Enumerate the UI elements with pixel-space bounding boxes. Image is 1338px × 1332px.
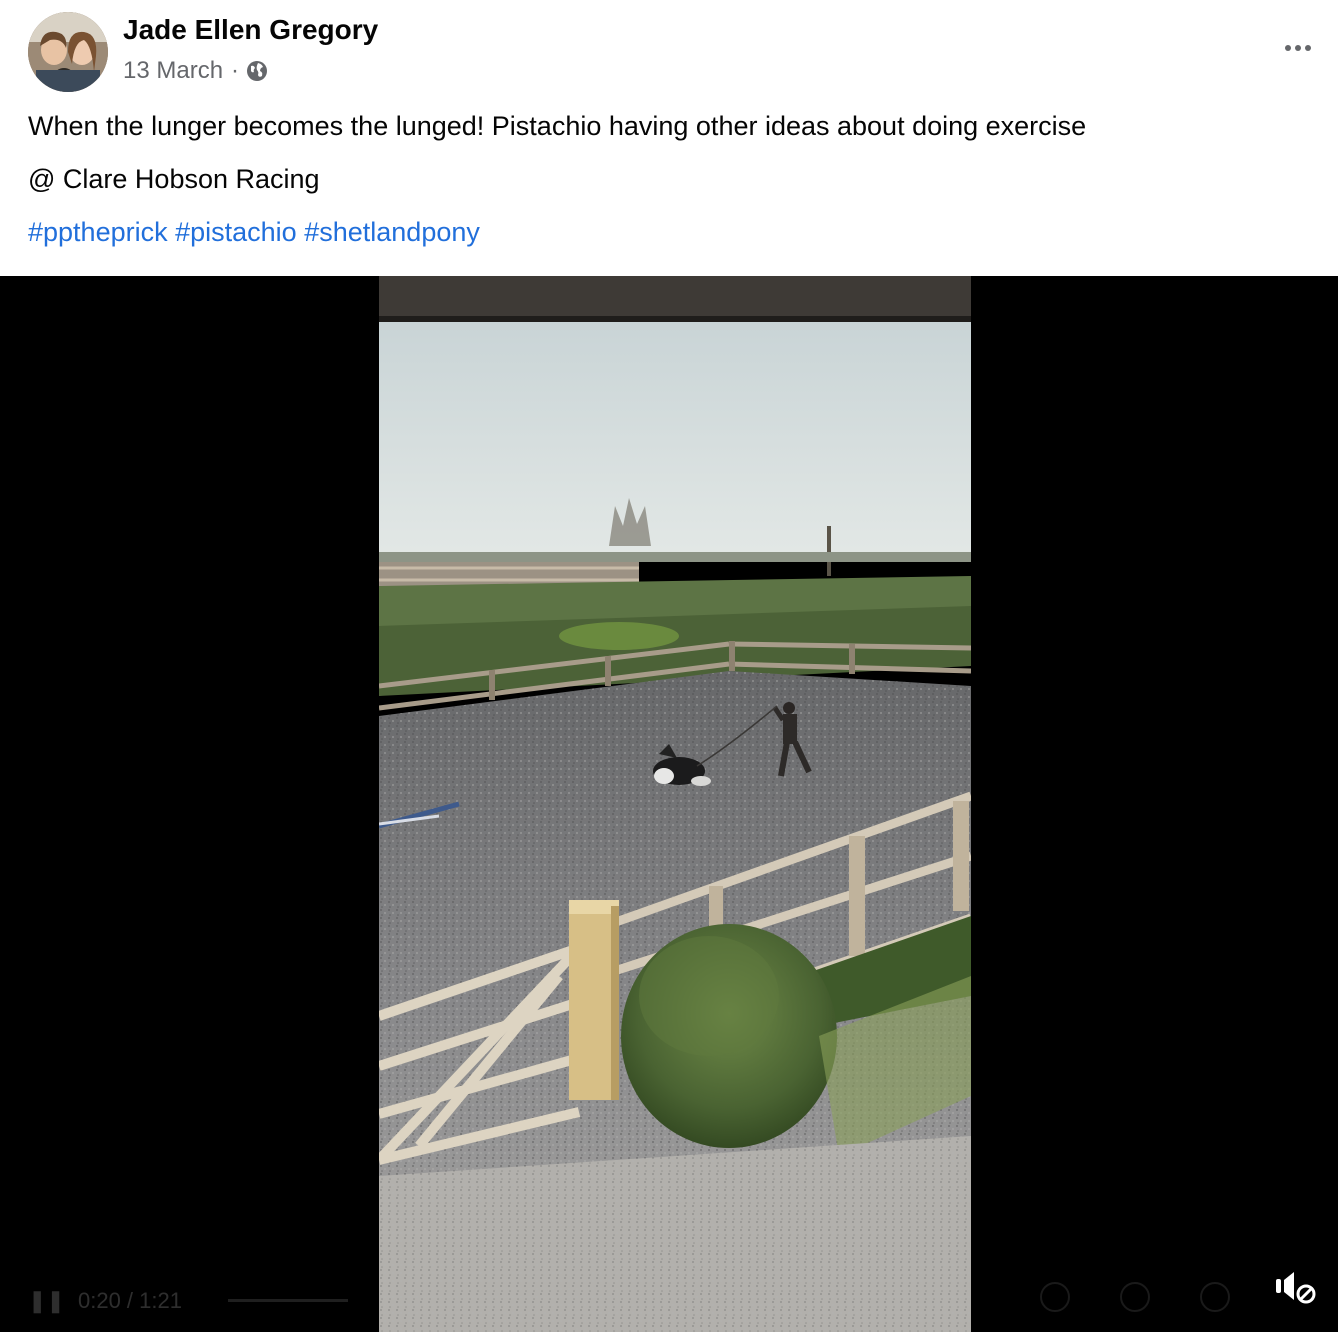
mute-button[interactable] [1274, 1264, 1318, 1308]
facebook-post: Jade Ellen Gregory 13 March · When the l… [0, 0, 1338, 1332]
author-name[interactable]: Jade Ellen Gregory [123, 14, 378, 46]
post-meta: 13 March · [123, 57, 269, 85]
meta-separator: · [231, 57, 240, 84]
video-progress-bar[interactable] [228, 1299, 348, 1302]
post-date[interactable]: 13 March [123, 57, 223, 85]
video-time: 0:20 / 1:21 [78, 1288, 182, 1313]
fullscreen-icon[interactable] [1120, 1282, 1150, 1312]
pip-icon[interactable] [1200, 1282, 1230, 1312]
more-options-button[interactable] [1280, 34, 1316, 62]
hashtag-link[interactable]: #shetlandpony [304, 217, 480, 247]
avatar-photo [28, 12, 108, 92]
hashtag-link[interactable]: #pptheprick [28, 217, 168, 247]
settings-icon[interactable] [1040, 1282, 1070, 1312]
author-avatar[interactable] [28, 12, 108, 92]
post-hashtags: #pptheprick #pistachio #shetlandpony [28, 217, 480, 248]
post-header: Jade Ellen Gregory 13 March · [0, 0, 1338, 100]
hashtag-link[interactable]: #pistachio [175, 217, 297, 247]
pause-icon[interactable]: ❚❚ [28, 1288, 65, 1314]
post-mention[interactable]: @ Clare Hobson Racing [28, 164, 320, 195]
video-player[interactable]: ❚❚ 0:20 / 1:21 [0, 276, 1338, 1332]
globe-icon [245, 59, 269, 83]
video-controls: ❚❚ 0:20 / 1:21 [0, 1272, 1338, 1332]
video-still-image [379, 276, 971, 1332]
video-frame[interactable] [379, 276, 971, 1332]
muted-speaker-icon [1276, 1272, 1316, 1304]
more-horizontal-icon [1285, 45, 1291, 51]
post-text: When the lunger becomes the lunged! Pist… [28, 111, 1087, 141]
